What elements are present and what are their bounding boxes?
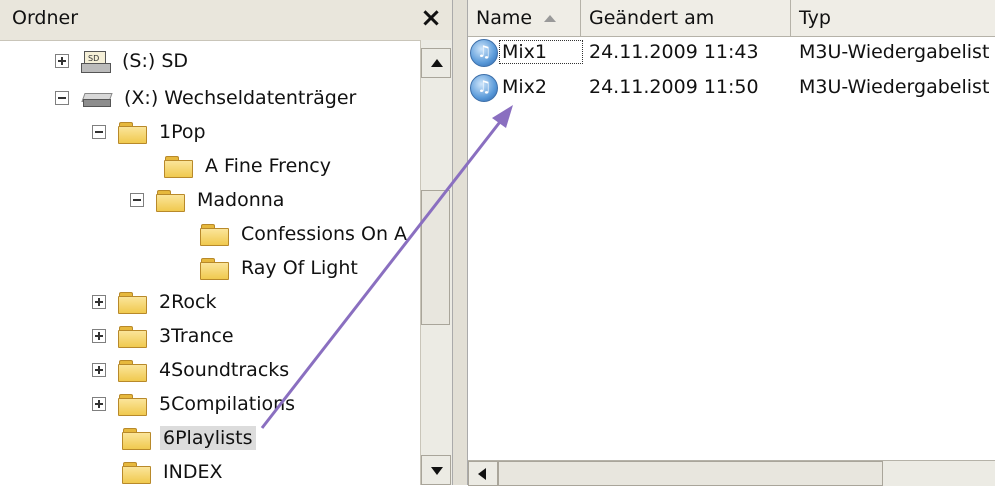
tree-item-removable-drive[interactable]: (X:) Wechseldatenträger — [55, 83, 359, 113]
folder-icon — [156, 189, 185, 212]
file-modified: 24.11.2009 11:50 — [589, 76, 759, 98]
tree-item-3trance[interactable]: 3Trance — [92, 321, 237, 351]
file-list-horizontal-scrollbar[interactable] — [468, 460, 995, 486]
folder-icon — [200, 257, 229, 280]
folder-pane-title: Ordner — [12, 7, 79, 29]
expand-icon[interactable] — [55, 54, 69, 68]
tree-item-label: 4Soundtracks — [159, 359, 290, 381]
tree-item-label-selected: 6Playlists — [160, 426, 256, 450]
tree-item-index[interactable]: INDEX — [122, 457, 225, 487]
file-modified: 24.11.2009 11:43 — [589, 41, 759, 63]
tree-item-sd[interactable]: (S:) SD — [55, 46, 191, 76]
scroll-left-arrow-icon[interactable] — [468, 461, 498, 486]
tree-item-label: A Fine Frency — [205, 155, 331, 177]
collapse-icon[interactable] — [92, 125, 106, 139]
folder-pane-vertical-scrollbar[interactable] — [420, 40, 452, 485]
tree-item-label: (X:) Wechseldatenträger — [124, 87, 357, 109]
expand-icon[interactable] — [92, 329, 106, 343]
folder-icon — [118, 359, 147, 382]
folder-icon — [118, 291, 147, 314]
folder-icon — [122, 427, 151, 450]
folder-icon — [118, 325, 147, 348]
file-name: Mix2 — [502, 76, 548, 98]
scroll-up-arrow-icon[interactable] — [421, 48, 451, 78]
file-row-mix1[interactable]: ♫ Mix1 24.11.2009 11:43 M3U-Wiedergabeli… — [468, 36, 989, 68]
column-header-label: Name — [476, 7, 533, 29]
file-type: M3U-Wiedergabelist — [799, 41, 990, 63]
expand-icon[interactable] — [92, 397, 106, 411]
tree-item-label: 3Trance — [159, 325, 234, 347]
playlist-icon: ♫ — [468, 37, 498, 67]
tree-item-6playlists[interactable]: 6Playlists — [122, 423, 256, 453]
tree-item-label: 2Rock — [159, 291, 217, 313]
folder-icon — [118, 393, 147, 416]
sort-ascending-icon — [544, 15, 557, 22]
tree-item-label: (S:) SD — [122, 50, 189, 72]
expand-icon[interactable] — [92, 295, 106, 309]
folder-icon — [118, 121, 147, 144]
tree-item-label: Madonna — [197, 189, 285, 211]
playlist-icon: ♫ — [468, 72, 498, 102]
tree-item-confessions[interactable]: Confessions On A — [200, 219, 419, 249]
tree-item-ray-of-light[interactable]: Ray Of Light — [200, 253, 361, 283]
tree-item-label: INDEX — [163, 461, 223, 483]
pane-splitter[interactable] — [452, 0, 468, 485]
tree-item-label: Confessions On A — [241, 223, 408, 245]
scroll-down-arrow-icon[interactable] — [421, 455, 451, 485]
column-header-modified[interactable]: Geändert am — [581, 0, 791, 36]
tree-item-1pop[interactable]: 1Pop — [92, 117, 209, 147]
close-folder-pane-button[interactable]: × — [416, 2, 446, 34]
tree-item-4soundtracks[interactable]: 4Soundtracks — [92, 355, 292, 385]
tree-item-2rock[interactable]: 2Rock — [92, 287, 220, 317]
tree-item-label: 5Compilations — [159, 393, 296, 415]
scrollbar-thumb[interactable] — [498, 461, 883, 486]
column-header-type[interactable]: Typ — [791, 0, 995, 36]
collapse-icon[interactable] — [55, 91, 69, 105]
column-header-name[interactable]: Name — [468, 0, 581, 36]
folder-icon — [164, 155, 193, 178]
tree-item-5compilations[interactable]: 5Compilations — [92, 389, 298, 419]
folder-icon — [200, 223, 229, 246]
file-type: M3U-Wiedergabelist — [799, 76, 990, 98]
column-header-label: Typ — [799, 7, 831, 29]
file-name: Mix1 — [499, 40, 583, 64]
tree-item-a-fine-frency[interactable]: A Fine Frency — [164, 151, 334, 181]
expand-icon[interactable] — [92, 363, 106, 377]
tree-item-label: 1Pop — [159, 121, 206, 143]
collapse-icon[interactable] — [130, 193, 144, 207]
file-row-mix2[interactable]: ♫ Mix2 24.11.2009 11:50 M3U-Wiedergabeli… — [468, 71, 989, 103]
folder-icon — [122, 461, 151, 484]
sd-card-icon — [81, 49, 111, 73]
tree-item-label: Ray Of Light — [241, 257, 358, 279]
column-header-label: Geändert am — [589, 7, 715, 29]
folder-pane-header: Ordner × — [0, 0, 452, 41]
tree-item-madonna[interactable]: Madonna — [130, 185, 287, 215]
scrollbar-thumb[interactable] — [421, 190, 450, 325]
removable-drive-icon — [81, 87, 113, 109]
column-header-row: Name Geändert am Typ — [468, 0, 995, 37]
